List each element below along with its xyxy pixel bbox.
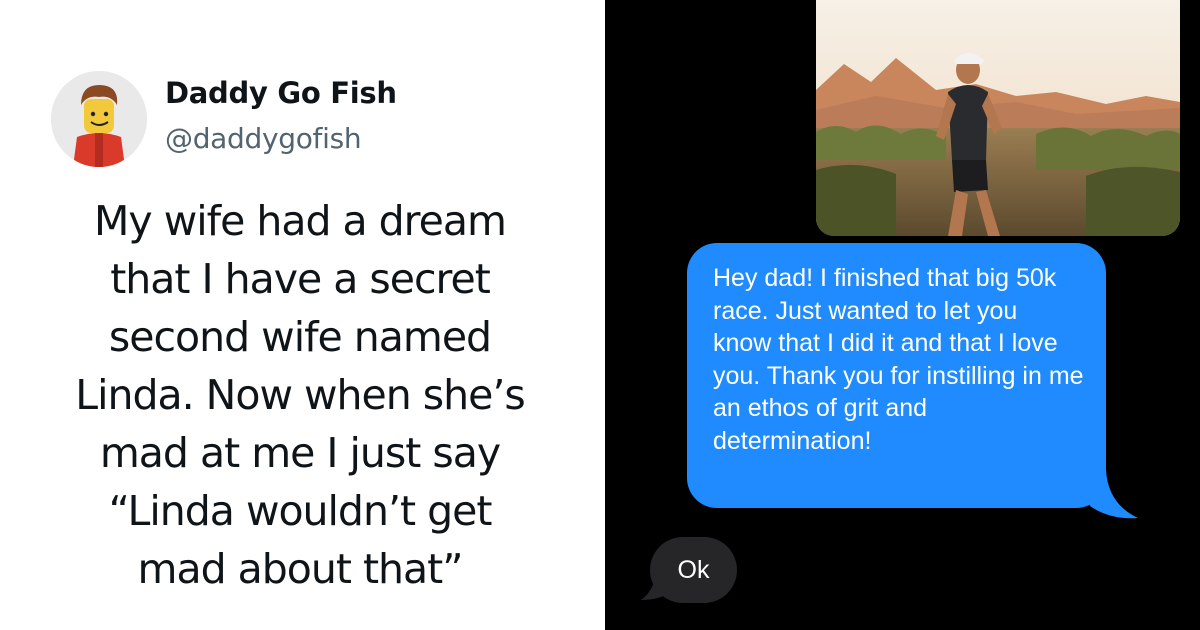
runner-photo-icon <box>816 0 1180 236</box>
tweet-text: My wife had a dream that I have a secret… <box>0 192 600 598</box>
outgoing-message-line: race. Just wanted to let you <box>713 296 1018 325</box>
tweet-text-line: My wife had a dream <box>94 197 507 245</box>
tweet-text-line: Linda. Now when she’s <box>75 371 525 419</box>
outgoing-message-line: you. Thank you for instilling in me <box>713 361 1084 390</box>
outgoing-message-text: Hey dad! I finished that big 50k race. J… <box>713 262 1173 457</box>
tweet-text-line: mad at me I just say <box>99 429 501 477</box>
outgoing-message-line: an ethos of grit and <box>713 394 928 422</box>
incoming-message-text: Ok <box>677 556 710 584</box>
outgoing-message-line: Hey dad! I finished that big 50k <box>713 264 1057 292</box>
tweet-text-line: second wife named <box>108 313 492 361</box>
outgoing-message-line: know that I did it and that I love <box>713 329 1058 357</box>
messages-panel: Hey dad! I finished that big 50k race. J… <box>605 0 1200 630</box>
author-name[interactable]: Daddy Go Fish <box>165 76 397 110</box>
tweet-text-line: mad about that” <box>137 545 464 593</box>
outgoing-bubble-tail-icon <box>1080 470 1138 519</box>
avatar[interactable] <box>51 71 147 167</box>
outgoing-message-line: determination! <box>713 426 872 455</box>
lego-figure-avatar-icon <box>51 71 147 167</box>
runner-photo[interactable] <box>816 0 1180 236</box>
tweet-text-line: “Linda wouldn’t get <box>108 487 493 535</box>
tweet-text-line: that I have a secret <box>110 255 491 303</box>
tweet-panel: Daddy Go Fish @daddygofish My wife had a… <box>0 0 605 630</box>
author-handle[interactable]: @daddygofish <box>165 122 362 155</box>
